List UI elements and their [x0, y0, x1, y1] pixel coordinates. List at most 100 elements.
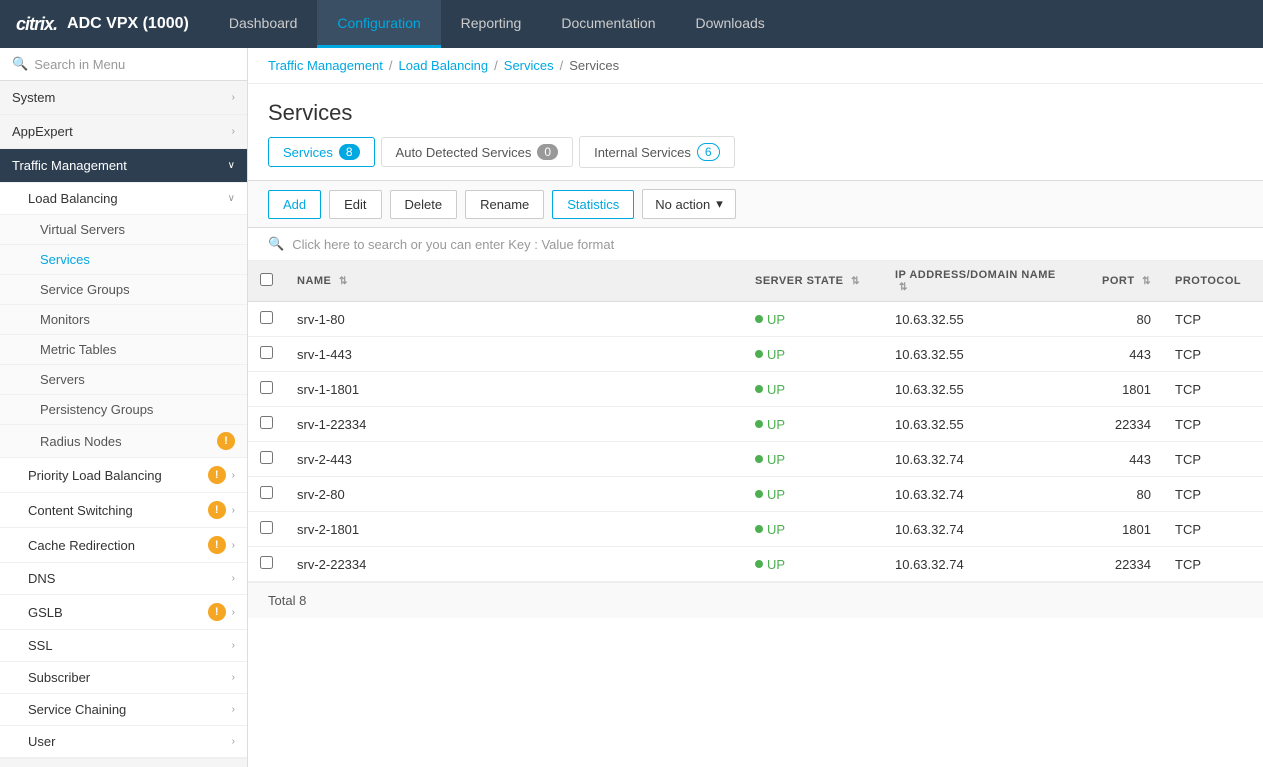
- tab-configuration[interactable]: Configuration: [317, 0, 440, 48]
- dropdown-arrow-icon: ▾: [716, 196, 723, 212]
- breadcrumb-sep-1: /: [389, 58, 393, 73]
- edit-button[interactable]: Edit: [329, 190, 381, 219]
- services-table: NAME ⇅ SERVER STATE ⇅ IP ADDRESS/DOMAIN …: [248, 261, 1263, 582]
- sidebar-item-services[interactable]: Services: [0, 245, 247, 275]
- row-protocol: TCP: [1163, 477, 1263, 512]
- row-checkbox[interactable]: [260, 521, 273, 534]
- chevron-right-icon: ›: [232, 92, 235, 103]
- breadcrumb-services[interactable]: Services: [504, 58, 554, 73]
- breadcrumb-current: Services: [569, 58, 619, 73]
- row-checkbox[interactable]: [260, 486, 273, 499]
- tab-downloads[interactable]: Downloads: [676, 0, 785, 48]
- no-action-dropdown[interactable]: No action ▾: [642, 189, 735, 219]
- sidebar-item-monitors[interactable]: Monitors: [0, 305, 247, 335]
- col-state-header[interactable]: SERVER STATE ⇅: [743, 261, 883, 302]
- row-checkbox[interactable]: [260, 556, 273, 569]
- traffic-management-label: Traffic Management: [12, 158, 127, 173]
- row-checkbox[interactable]: [260, 451, 273, 464]
- col-ip-header[interactable]: IP ADDRESS/DOMAIN NAME ⇅: [883, 261, 1083, 302]
- state-dot-icon: [755, 560, 763, 568]
- sidebar-item-radius-nodes[interactable]: Radius Nodes !: [0, 425, 247, 458]
- select-all-checkbox[interactable]: [260, 273, 273, 286]
- col-ip-label: IP ADDRESS/DOMAIN NAME: [895, 269, 1056, 281]
- citrix-logo: citrix.: [16, 14, 57, 35]
- row-checkbox-cell[interactable]: [248, 337, 285, 372]
- tab-documentation[interactable]: Documentation: [541, 0, 675, 48]
- table-row[interactable]: srv-2-22334 UP 10.63.32.74 22334 TCP: [248, 547, 1263, 582]
- services-label: Services: [40, 252, 90, 267]
- col-port-header[interactable]: PORT ⇅: [1083, 261, 1163, 302]
- table-row[interactable]: srv-2-80 UP 10.63.32.74 80 TCP: [248, 477, 1263, 512]
- dns-label: DNS: [28, 571, 55, 586]
- sidebar-item-priority-lb[interactable]: Priority Load Balancing ! ›: [0, 458, 247, 493]
- row-checkbox[interactable]: [260, 311, 273, 324]
- sidebar-item-service-chaining[interactable]: Service Chaining ›: [0, 694, 247, 726]
- sidebar-item-content-switching[interactable]: Content Switching ! ›: [0, 493, 247, 528]
- search-bar[interactable]: 🔍 Click here to search or you can enter …: [248, 228, 1263, 261]
- row-checkbox-cell[interactable]: [248, 547, 285, 582]
- chevron-down-icon: ∨: [228, 160, 235, 171]
- row-checkbox-cell[interactable]: [248, 302, 285, 337]
- table-row[interactable]: srv-1-443 UP 10.63.32.55 443 TCP: [248, 337, 1263, 372]
- row-checkbox-cell[interactable]: [248, 512, 285, 547]
- tab-dashboard[interactable]: Dashboard: [209, 0, 318, 48]
- page-title: Services: [268, 100, 1243, 126]
- statistics-button[interactable]: Statistics: [552, 190, 634, 219]
- table-row[interactable]: srv-1-1801 UP 10.63.32.55 1801 TCP: [248, 372, 1263, 407]
- sidebar-item-subscriber[interactable]: Subscriber ›: [0, 662, 247, 694]
- sidebar-item-servers[interactable]: Servers: [0, 365, 247, 395]
- sidebar-item-cache-redirection[interactable]: Cache Redirection ! ›: [0, 528, 247, 563]
- row-port: 22334: [1083, 407, 1163, 442]
- virtual-servers-label: Virtual Servers: [40, 222, 125, 237]
- sidebar-item-traffic-management[interactable]: Traffic Management ∨: [0, 149, 247, 183]
- sidebar-item-system[interactable]: System ›: [0, 81, 247, 115]
- sub-tab-services[interactable]: Services 8: [268, 137, 375, 167]
- row-protocol: TCP: [1163, 302, 1263, 337]
- sidebar-item-load-balancing[interactable]: Load Balancing ∨: [0, 183, 247, 215]
- row-port: 443: [1083, 442, 1163, 477]
- row-ip: 10.63.32.55: [883, 302, 1083, 337]
- row-protocol: TCP: [1163, 512, 1263, 547]
- row-checkbox-cell[interactable]: [248, 407, 285, 442]
- delete-button[interactable]: Delete: [390, 190, 458, 219]
- sidebar-item-dns[interactable]: DNS ›: [0, 563, 247, 595]
- sidebar-item-user[interactable]: User ›: [0, 726, 247, 758]
- sub-tab-auto-detected[interactable]: Auto Detected Services 0: [381, 137, 574, 167]
- chevron-right-ssl-icon: ›: [232, 640, 235, 651]
- row-checkbox-cell[interactable]: [248, 372, 285, 407]
- chevron-right-cache-redirect-icon: ›: [232, 540, 235, 551]
- total-label: Total: [268, 593, 295, 608]
- sidebar-item-virtual-servers[interactable]: Virtual Servers: [0, 215, 247, 245]
- table-row[interactable]: srv-1-22334 UP 10.63.32.55 22334 TCP: [248, 407, 1263, 442]
- col-name-header[interactable]: NAME ⇅: [285, 261, 743, 302]
- rename-button[interactable]: Rename: [465, 190, 544, 219]
- gslb-warning-badge: !: [208, 603, 226, 621]
- row-ip: 10.63.32.74: [883, 512, 1083, 547]
- row-checkbox-cell[interactable]: [248, 477, 285, 512]
- sub-tab-internal[interactable]: Internal Services 6: [579, 136, 735, 168]
- row-name: srv-1-22334: [285, 407, 743, 442]
- tab-reporting[interactable]: Reporting: [441, 0, 542, 48]
- breadcrumb-sep-2: /: [494, 58, 498, 73]
- table-row[interactable]: srv-2-443 UP 10.63.32.74 443 TCP: [248, 442, 1263, 477]
- col-checkbox-header[interactable]: [248, 261, 285, 302]
- sidebar-item-appexpert[interactable]: AppExpert ›: [0, 115, 247, 149]
- table-row[interactable]: srv-2-1801 UP 10.63.32.74 1801 TCP: [248, 512, 1263, 547]
- sidebar-item-ssl[interactable]: SSL ›: [0, 630, 247, 662]
- sort-name-icon: ⇅: [339, 276, 348, 287]
- state-dot-icon: [755, 315, 763, 323]
- sidebar-item-gslb[interactable]: GSLB ! ›: [0, 595, 247, 630]
- sidebar-item-metric-tables[interactable]: Metric Tables: [0, 335, 247, 365]
- monitors-label: Monitors: [40, 312, 90, 327]
- sidebar-item-service-groups[interactable]: Service Groups: [0, 275, 247, 305]
- row-checkbox[interactable]: [260, 381, 273, 394]
- breadcrumb-load-balancing[interactable]: Load Balancing: [399, 58, 489, 73]
- add-button[interactable]: Add: [268, 190, 321, 219]
- sidebar-search[interactable]: 🔍 Search in Menu: [0, 48, 247, 81]
- row-checkbox[interactable]: [260, 416, 273, 429]
- sidebar-item-persistency-groups[interactable]: Persistency Groups: [0, 395, 247, 425]
- row-checkbox[interactable]: [260, 346, 273, 359]
- table-row[interactable]: srv-1-80 UP 10.63.32.55 80 TCP: [248, 302, 1263, 337]
- row-checkbox-cell[interactable]: [248, 442, 285, 477]
- breadcrumb-traffic-management[interactable]: Traffic Management: [268, 58, 383, 73]
